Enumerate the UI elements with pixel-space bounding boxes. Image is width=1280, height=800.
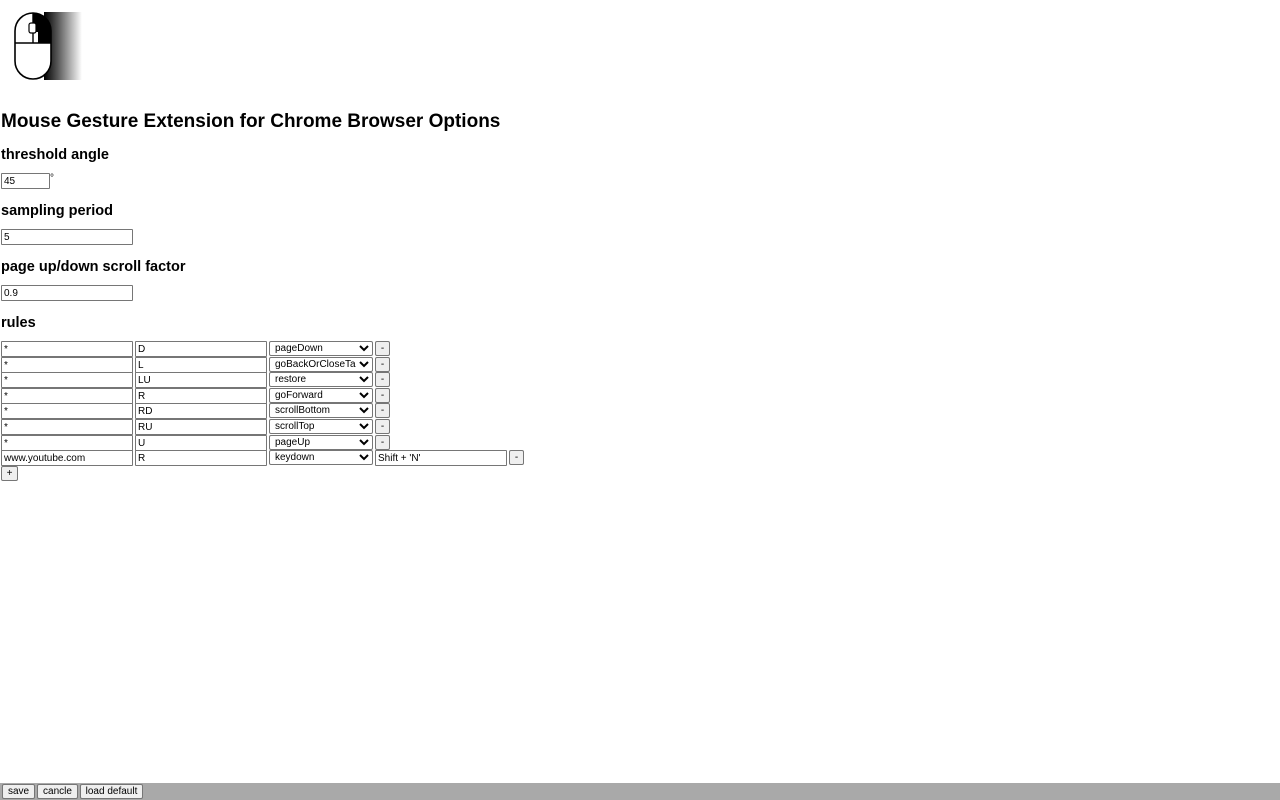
rule-gesture-input[interactable]: [135, 450, 267, 466]
rule-row: scrollTop-: [0, 419, 600, 435]
rule-row: scrollBottom-: [0, 403, 600, 419]
remove-rule-button[interactable]: -: [375, 341, 390, 356]
rules-heading: rules: [1, 315, 36, 331]
cancel-button[interactable]: cancle: [37, 784, 78, 799]
rule-url-pattern-input[interactable]: [1, 372, 133, 388]
rule-action-select[interactable]: goBackOrCloseTab: [269, 357, 373, 372]
remove-rule-button[interactable]: -: [375, 388, 390, 403]
computer-mouse-icon: [14, 12, 52, 80]
rule-row: restore-: [0, 372, 600, 388]
sampling-period-input[interactable]: [1, 229, 133, 245]
rule-url-pattern-input[interactable]: [1, 419, 133, 435]
rule-gesture-input[interactable]: [135, 341, 267, 357]
degree-unit-label: °: [50, 173, 54, 184]
logo: [14, 12, 82, 80]
footer-bar: save cancle load default: [0, 783, 1280, 800]
rule-row: pageDown-: [0, 341, 600, 357]
rule-action-select[interactable]: pageDown: [269, 341, 373, 356]
save-button[interactable]: save: [2, 784, 35, 799]
rule-url-pattern-input[interactable]: [1, 435, 133, 451]
load-default-button[interactable]: load default: [80, 784, 143, 799]
rule-action-select[interactable]: restore: [269, 372, 373, 387]
rule-gesture-input[interactable]: [135, 357, 267, 373]
rule-gesture-input[interactable]: [135, 435, 267, 451]
rule-row: goForward-: [0, 388, 600, 404]
rule-url-pattern-input[interactable]: [1, 403, 133, 419]
rule-action-select[interactable]: keydown: [269, 450, 373, 465]
rule-url-pattern-input[interactable]: [1, 341, 133, 357]
scroll-factor-heading: page up/down scroll factor: [1, 259, 186, 275]
rule-url-pattern-input[interactable]: [1, 357, 133, 373]
rule-action-select[interactable]: scrollTop: [269, 419, 373, 434]
remove-rule-button[interactable]: -: [375, 435, 390, 450]
remove-rule-button[interactable]: -: [375, 419, 390, 434]
rule-action-select[interactable]: pageUp: [269, 435, 373, 450]
rule-gesture-input[interactable]: [135, 419, 267, 435]
rule-row: pageUp-: [0, 435, 600, 451]
sampling-period-heading: sampling period: [1, 203, 113, 219]
threshold-angle-input[interactable]: [1, 173, 50, 189]
rule-gesture-input[interactable]: [135, 403, 267, 419]
threshold-angle-heading: threshold angle: [1, 147, 109, 163]
options-page: Mouse Gesture Extension for Chrome Brows…: [0, 0, 1280, 800]
rule-url-pattern-input[interactable]: [1, 450, 133, 466]
remove-rule-button[interactable]: -: [509, 450, 524, 465]
add-rule-button[interactable]: +: [1, 466, 18, 481]
remove-rule-button[interactable]: -: [375, 403, 390, 418]
scroll-factor-input[interactable]: [1, 285, 133, 301]
rule-action-select[interactable]: scrollBottom: [269, 403, 373, 418]
rule-row: goBackOrCloseTab-: [0, 357, 600, 373]
rule-url-pattern-input[interactable]: [1, 388, 133, 404]
page-title: Mouse Gesture Extension for Chrome Brows…: [1, 111, 501, 132]
remove-rule-button[interactable]: -: [375, 372, 390, 387]
rule-param-input[interactable]: [375, 450, 507, 466]
rule-gesture-input[interactable]: [135, 388, 267, 404]
rule-action-select[interactable]: goForward: [269, 388, 373, 403]
remove-rule-button[interactable]: -: [375, 357, 390, 372]
rule-gesture-input[interactable]: [135, 372, 267, 388]
rule-row: keydown -: [0, 450, 600, 466]
